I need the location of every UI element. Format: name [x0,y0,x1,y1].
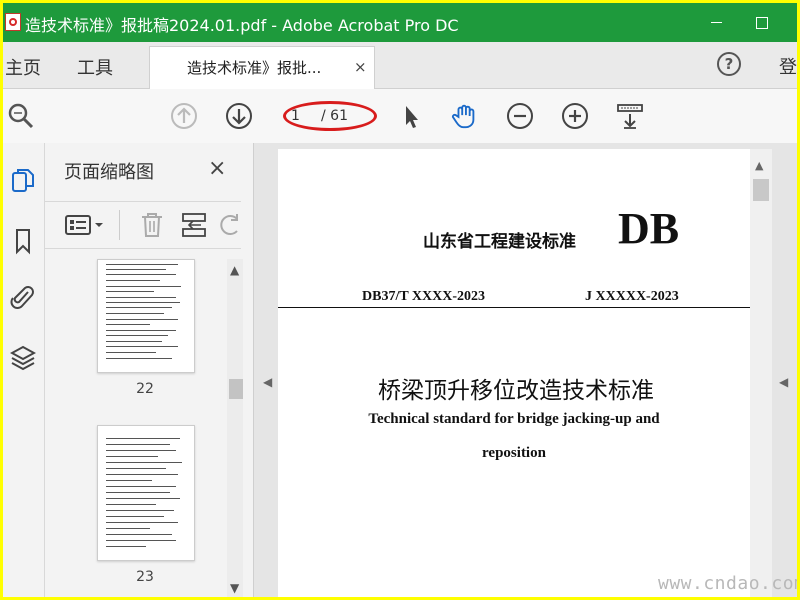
document-tab-label: 造技术标准》报批... [187,59,322,77]
hand-tool-icon[interactable] [451,102,479,130]
acrobat-window: 造技术标准》报批稿2024.01.pdf - Adobe Acrobat Pro… [3,3,797,597]
select-cursor-icon[interactable] [397,102,425,130]
standard-title-en-line1: Technical standard for bridge jacking-up… [368,411,660,427]
thumbnail-panel-title: 页面缩略图 [64,162,154,183]
scroll-up-icon[interactable]: ▲ [755,159,763,172]
help-icon[interactable]: ? [717,52,741,76]
previous-page-icon[interactable] [170,102,198,130]
standard-code: DB37/T XXXX-2023 [362,289,486,304]
standard-title-en-line2: reposition [482,445,546,461]
layers-icon[interactable] [9,343,37,371]
navigation-rail [3,143,45,597]
pdf-page: 山东省工程建设标准 DB DB37/T XXXX-2023 J XXXXX-20… [278,149,750,597]
site-watermark: www.cndao.com [658,573,797,594]
scrollbar-thumb[interactable] [229,379,243,399]
minimize-button[interactable] [693,3,739,42]
standard-organization: 山东省工程建设标准 [423,232,576,252]
search-icon[interactable] [7,102,35,130]
scroll-up-icon[interactable]: ▲ [230,263,239,277]
standard-j-code: J XXXXX-2023 [585,289,679,304]
rotate-page-icon[interactable] [219,211,241,243]
page-thumbnail-label: 22 [136,381,154,397]
toolbar-divider [119,210,120,240]
highlight-annotation [283,101,377,131]
standard-title-cn: 桥梁顶升移位改造技术标准 [378,378,654,404]
thumbnail-scrollbar[interactable]: ▲ ▼ [227,259,243,597]
delete-page-icon[interactable] [139,211,165,243]
thumbnail-toolbar [45,201,241,249]
zoom-in-icon[interactable] [561,102,589,130]
title-bar: 造技术标准》报批稿2024.01.pdf - Adobe Acrobat Pro… [3,3,797,42]
scrollbar-thumb[interactable] [753,179,769,201]
header-rule [278,307,750,308]
bookmarks-icon[interactable] [9,227,37,255]
page-thumbnail-22[interactable] [97,259,195,373]
maximize-button[interactable] [739,3,785,42]
zoom-out-icon[interactable] [506,102,534,130]
scroll-down-icon[interactable]: ▼ [230,581,239,595]
tab-bar: 主页 工具 造技术标准》报批... × ? 登 [3,42,797,89]
attachments-icon[interactable] [9,283,37,311]
next-page-icon[interactable] [225,102,253,130]
thumbnail-options-icon[interactable] [65,213,105,241]
document-viewer: ◀ 山东省工程建设标准 DB DB37/T XXXX-2023 J XXXXX-… [254,143,797,597]
page-thumbnails-icon[interactable] [9,167,37,195]
insert-page-icon[interactable] [181,211,207,243]
close-panel-icon[interactable]: × [208,156,226,181]
sign-in-link[interactable]: 登 [779,53,797,79]
collapse-left-panel-icon[interactable]: ◀ [263,375,272,389]
page-thumbnail-label: 23 [136,569,154,585]
toolbar: 1 / 61 [3,89,797,144]
tab-home[interactable]: 主页 [5,54,41,80]
window-title: 造技术标准》报批稿2024.01.pdf - Adobe Acrobat Pro… [25,16,459,35]
document-scrollbar[interactable]: ▲ [750,149,772,597]
collapse-right-panel-icon[interactable]: ◀ [779,375,788,389]
minimize-icon [710,22,722,23]
page-thumbnail-23[interactable] [97,425,195,561]
document-tab[interactable]: 造技术标准》报批... × [149,46,375,89]
thumbnail-panel: 页面缩略图 × 22 23 ▲ ▼ [45,143,254,597]
scroll-mode-icon[interactable] [616,102,644,130]
close-tab-icon[interactable]: × [354,58,367,76]
acrobat-app-icon [5,13,21,31]
standard-db-mark: DB [618,204,680,253]
tab-tools[interactable]: 工具 [77,54,113,80]
maximize-icon [756,16,768,29]
